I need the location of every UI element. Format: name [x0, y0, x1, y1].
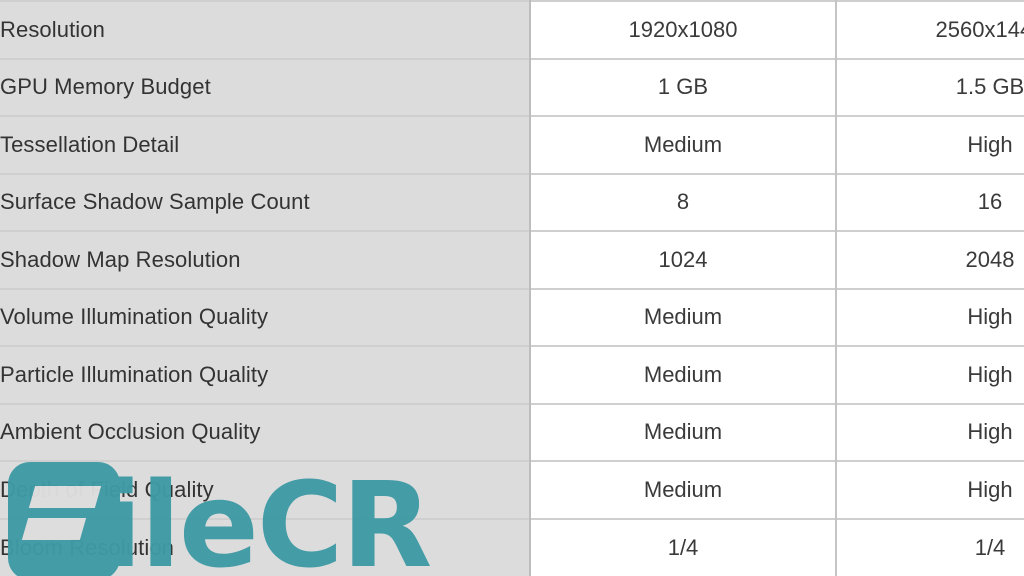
- setting-value-cell-preset-1: 1/4: [530, 517, 837, 576]
- setting-value-cell-preset-1: 1920x1080: [530, 0, 837, 59]
- graphics-settings-comparison-table: Resolution1920x1080 2560x1440 GPU Memory B…: [0, 0, 1024, 576]
- setting-value-text: 1/4: [974, 534, 1006, 560]
- setting-value-text: High: [967, 304, 1013, 330]
- setting-value-text: High: [967, 419, 1013, 445]
- setting-name-cell: Particle Illumination Quality: [0, 345, 531, 404]
- table-row: Volume Illumination Quality Medium High: [0, 287, 1024, 346]
- setting-value-cell-preset-2: High: [836, 115, 1024, 174]
- table-body: Resolution1920x1080 2560x1440 GPU Memory B…: [0, 0, 1024, 576]
- setting-value-cell-preset-2: 2048: [836, 230, 1024, 289]
- table-row: Ambient Occlusion Quality Medium High: [0, 402, 1024, 461]
- table-row: Particle Illumination Quality Medium High: [0, 345, 1024, 404]
- table-row: Resolution1920x1080 2560x1440: [0, 0, 1024, 59]
- setting-value-cell-preset-1: Medium: [530, 287, 837, 346]
- setting-value-cell-preset-2: High: [836, 287, 1024, 346]
- setting-value-cell-preset-1: Medium: [530, 115, 837, 174]
- setting-name-cell: Bloom Resolution: [0, 517, 531, 576]
- setting-value-text: 2048: [965, 246, 1015, 272]
- setting-value-text: 16: [977, 189, 1003, 215]
- setting-value-cell-preset-2: 2560x1440: [836, 0, 1024, 59]
- setting-name-cell: Ambient Occlusion Quality: [0, 402, 531, 461]
- setting-name-cell: Tessellation Detail: [0, 115, 531, 174]
- setting-value-cell-preset-1: 8: [530, 172, 837, 231]
- setting-name-cell: Resolution: [0, 0, 531, 59]
- table-row: Bloom Resolution 1/4 1/4: [0, 517, 1024, 576]
- setting-value-text: High: [967, 476, 1013, 502]
- setting-value-text: 1.5 GB: [955, 74, 1024, 100]
- setting-name-cell: Volume Illumination Quality: [0, 287, 531, 346]
- setting-value-cell-preset-2: 16: [836, 172, 1024, 231]
- setting-value-cell-preset-1: 1 GB: [530, 57, 837, 116]
- setting-value-cell-preset-1: Medium: [530, 402, 837, 461]
- setting-name-cell: Depth of Field Quality: [0, 460, 531, 519]
- setting-name-cell: Surface Shadow Sample Count: [0, 172, 531, 231]
- setting-value-cell-preset-1: Medium: [530, 460, 837, 519]
- setting-value-text: High: [967, 131, 1013, 157]
- setting-name-cell: GPU Memory Budget: [0, 57, 531, 116]
- settings-comparison-screenshot: Resolution1920x1080 2560x1440 GPU Memory B…: [0, 0, 1024, 576]
- setting-value-cell-preset-2: High: [836, 460, 1024, 519]
- table-row: Surface Shadow Sample Count 8 16: [0, 172, 1024, 231]
- setting-value-cell-preset-2: 1/4: [836, 517, 1024, 576]
- setting-value-cell-preset-2: High: [836, 345, 1024, 404]
- setting-value-cell-preset-2: 1.5 GB: [836, 57, 1024, 116]
- table-row: GPU Memory Budget 1 GB 1.5 GB: [0, 57, 1024, 116]
- setting-name-cell: Shadow Map Resolution: [0, 230, 531, 289]
- setting-value-cell-preset-2: High: [836, 402, 1024, 461]
- setting-value-text: High: [967, 361, 1013, 387]
- setting-value-text: 2560x1440: [935, 16, 1024, 42]
- setting-value-cell-preset-1: Medium: [530, 345, 837, 404]
- setting-value-cell-preset-1: 1024: [530, 230, 837, 289]
- table-row: Depth of Field Quality Medium High: [0, 460, 1024, 519]
- table-row: Shadow Map Resolution 1024 2048: [0, 230, 1024, 289]
- table-row: Tessellation Detail Medium High: [0, 115, 1024, 174]
